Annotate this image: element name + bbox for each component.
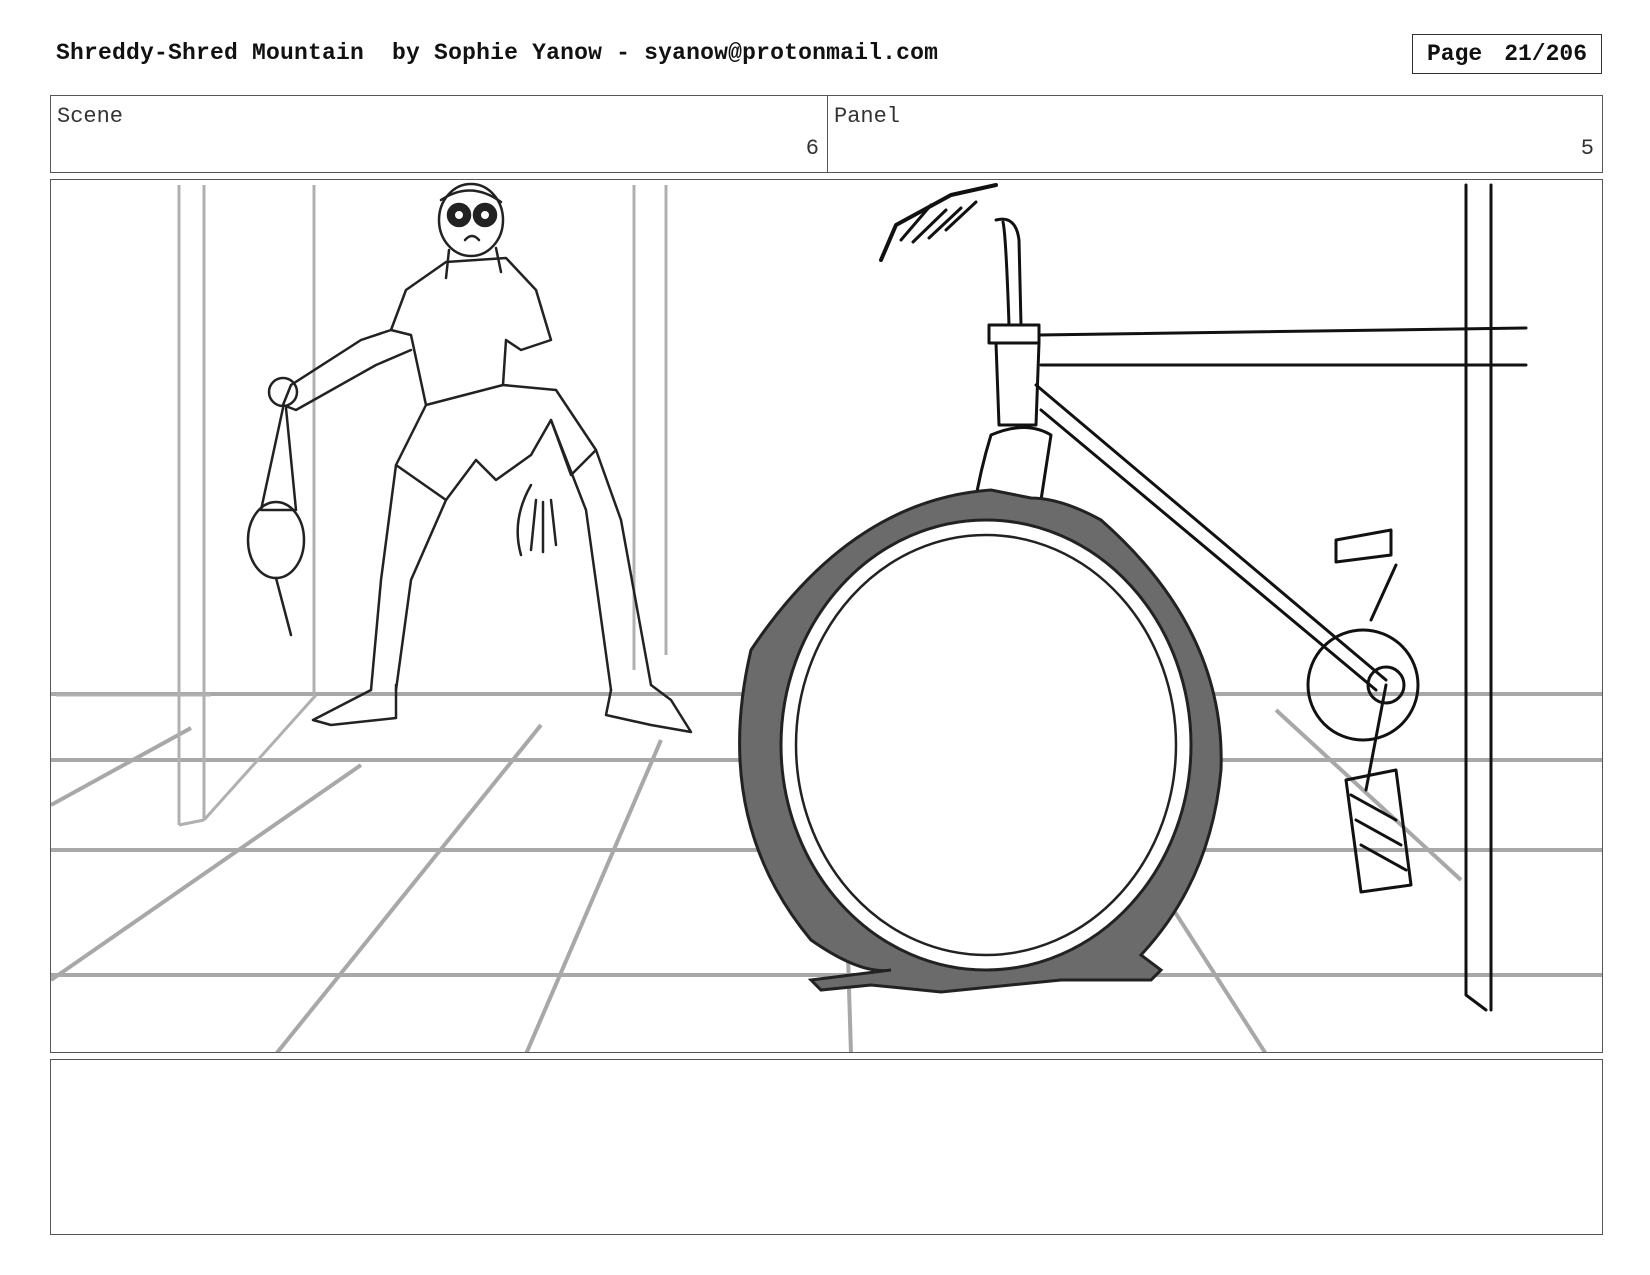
notes-box [50, 1059, 1603, 1235]
panel-sketch [51, 182, 1602, 1052]
doorway [56, 185, 668, 827]
page-label: Page [1426, 41, 1483, 67]
storyboard-title: Shreddy-Shred Mountain by Sophie Yanow -… [56, 40, 939, 66]
page-number: 21/206 [1504, 41, 1588, 67]
panel-label: Panel [834, 104, 901, 129]
scene-label: Scene [57, 104, 124, 129]
scene-number: 6 [805, 136, 819, 161]
page-indicator: Page 21/206 [1412, 34, 1602, 74]
scene-panel-info: Scene 6 Panel 5 [50, 95, 1603, 173]
flat-tire [738, 488, 1223, 994]
panel-number: 5 [1580, 136, 1594, 161]
scene-cell: Scene 6 [51, 96, 828, 172]
panel-cell: Panel 5 [828, 96, 1602, 172]
storyboard-frame [50, 179, 1603, 1053]
